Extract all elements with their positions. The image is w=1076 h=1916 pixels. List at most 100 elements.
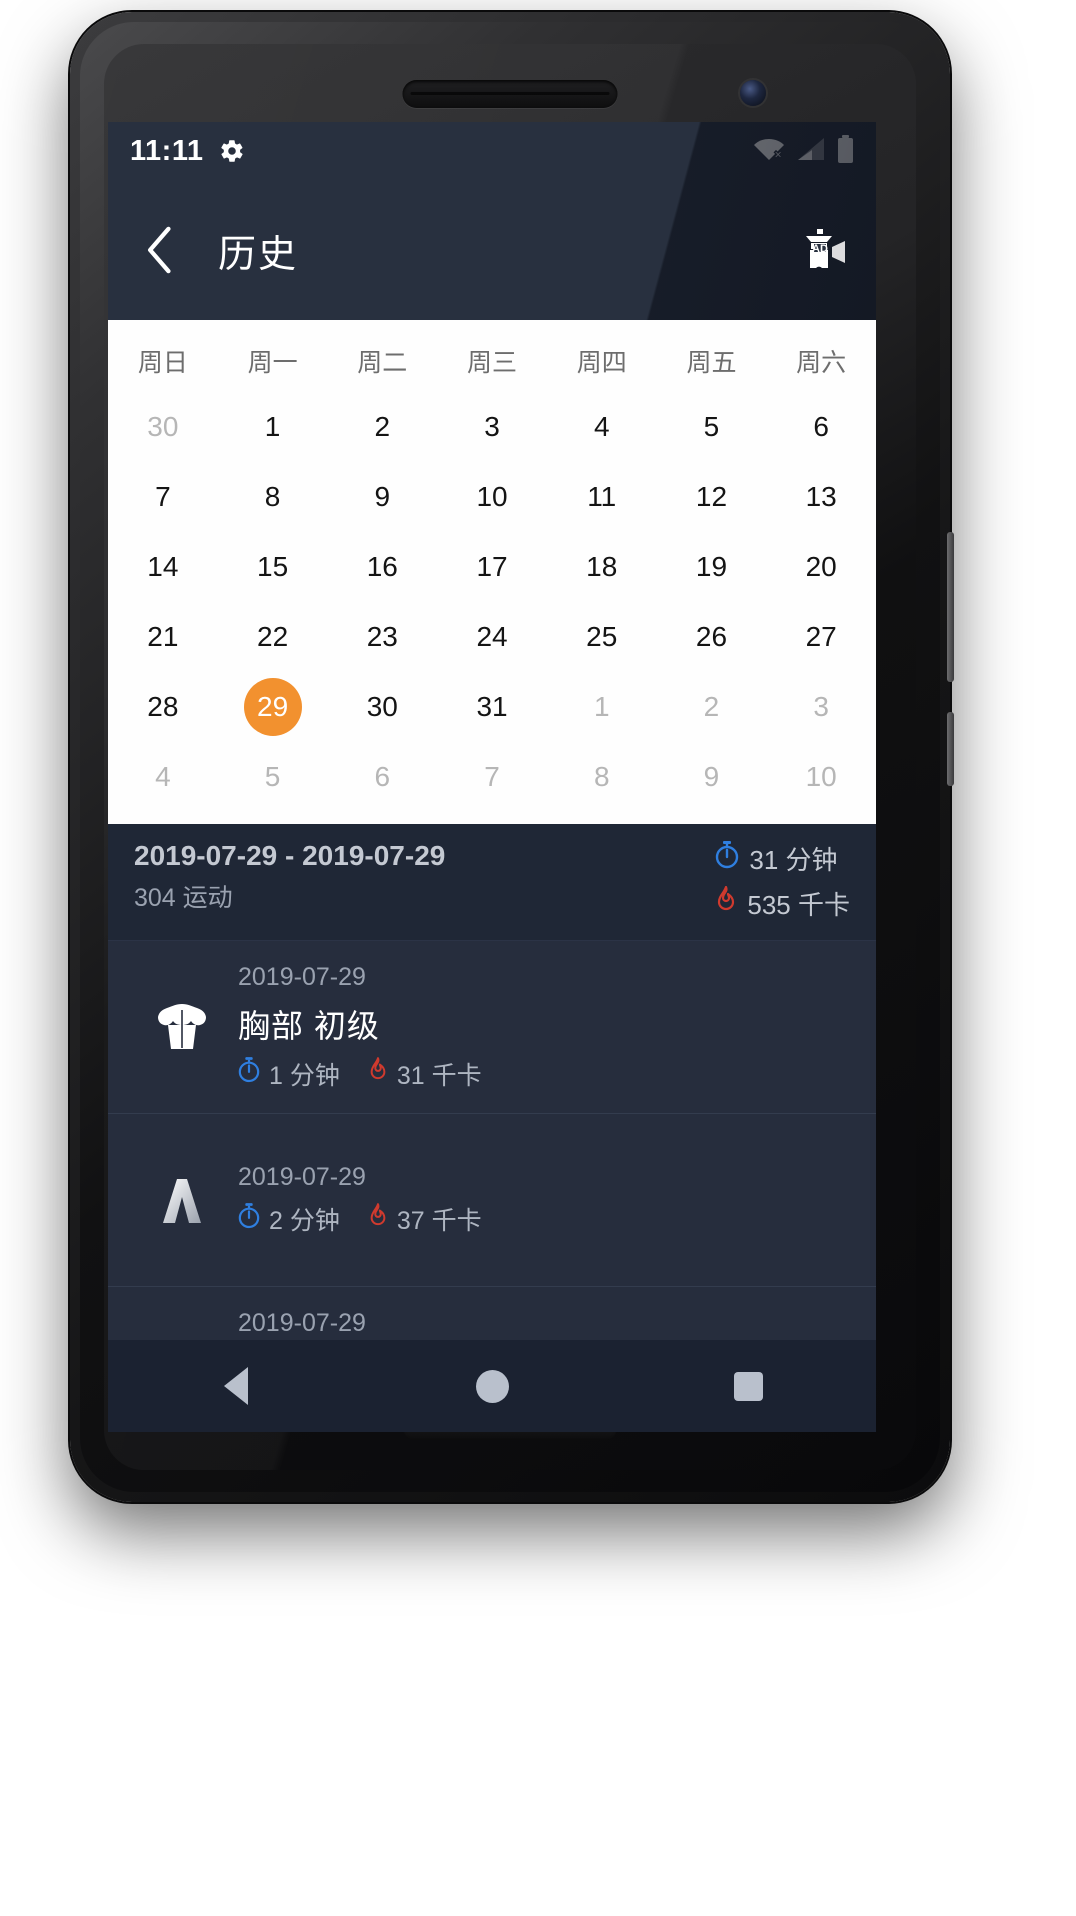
recents-square-icon [733,1371,763,1401]
calendar-day[interactable]: 30 [108,392,218,462]
calendar-day[interactable]: 2 [657,672,767,742]
calendar-day[interactable]: 7 [437,742,547,812]
calendar-day[interactable]: 3 [437,392,547,462]
summary-duration-text: 31 分钟 [749,845,838,875]
workout-item-body: 2019-07-29 胸部 初级 1 分钟 31 千卡 [230,963,482,1092]
chest-icon [134,992,230,1062]
calendar-day[interactable]: 10 [437,462,547,532]
calendar-day-selected[interactable]: 29 [218,672,328,742]
summary-header: 2019-07-29 - 2019-07-29 304 运动 31 分钟 535… [108,824,876,941]
phone-screen: 11:11 历史 AD 周日 周一 周二 周三 周四 周五 周六 30 1 2 … [108,122,876,1432]
calendar-day[interactable]: 26 [657,602,767,672]
calendar-day[interactable]: 6 [766,392,876,462]
calendar-day[interactable]: 31 [437,672,547,742]
calendar-day[interactable]: 11 [547,462,657,532]
gear-icon [219,138,245,164]
nav-home-button[interactable] [449,1343,535,1429]
weekday-tue: 周二 [357,349,408,377]
volume-button[interactable] [947,712,954,786]
page-title: 历史 [218,233,299,276]
calendar-day[interactable]: 24 [437,602,547,672]
battery-full-icon [837,134,854,168]
workout-list-item[interactable]: 2019-07-29 2 分钟 37 千卡 [108,1114,876,1287]
flame-icon [368,1057,388,1090]
status-bar: 11:11 [108,122,876,180]
calendar-day[interactable]: 18 [547,532,657,602]
selected-day-circle: 29 [243,678,302,736]
chevron-left-icon[interactable] [132,222,188,278]
summary-calories: 535 千卡 [715,885,850,922]
summary-right: 31 分钟 535 千卡 [715,840,850,922]
status-time: 11:11 [130,134,204,167]
calendar-day[interactable]: 6 [327,742,437,812]
summary-calories-text: 535 千卡 [747,890,850,920]
calendar-day[interactable]: 4 [547,392,657,462]
calendar-week-row: 21 22 23 24 25 26 27 [108,602,876,672]
calendar-day[interactable]: 12 [657,462,767,532]
weekday-fri: 周五 [686,349,737,377]
calendar-day[interactable]: 27 [766,602,876,672]
calendar-day[interactable]: 8 [218,462,328,532]
calendar-day[interactable]: 14 [108,532,218,602]
stopwatch-icon [238,1202,260,1236]
calendar-day[interactable]: 23 [327,602,437,672]
workout-stats: 2 分钟 37 千卡 [238,1201,482,1237]
calendar-day[interactable]: 3 [766,672,876,742]
calendar-day[interactable]: 13 [766,462,876,532]
workout-calories: 37 千卡 [368,1201,482,1237]
calendar-day[interactable]: 1 [218,392,328,462]
workout-duration-text: 1 分钟 [269,1061,340,1090]
calendar-day[interactable]: 9 [657,742,767,812]
weekday-wed: 周三 [467,349,518,377]
calendar-day[interactable]: 7 [108,462,218,532]
workout-title: 胸部 初级 [238,1007,380,1044]
calendar-widget[interactable]: 周日 周一 周二 周三 周四 周五 周六 30 1 2 3 4 5 6 7 8 9 10 11 12 13… [108,320,876,824]
calendar-day[interactable]: 15 [218,532,328,602]
summary-exercise-count: 304 运动 [134,884,233,912]
summary-left: 2019-07-29 - 2019-07-29 304 运动 [134,840,445,914]
calendar-day[interactable]: 17 [437,532,547,602]
ad-lighthouse-icon[interactable]: AD [790,219,852,281]
workout-item-body: 2019-07-29 2 分钟 37 千卡 [230,1163,482,1237]
calendar-day[interactable]: 5 [218,742,328,812]
calendar-day[interactable]: 21 [108,602,218,672]
earpiece-speaker [402,80,618,108]
calendar-weekday-header: 周日 周一 周二 周三 周四 周五 周六 [108,330,876,392]
calendar-day[interactable]: 30 [327,672,437,742]
calendar-day[interactable]: 9 [327,462,437,532]
calendar-day[interactable]: 4 [108,742,218,812]
workout-list-item[interactable]: 2019-07-29 胸部 初级 1 分钟 31 千卡 [108,941,876,1114]
weekday-mon: 周一 [247,349,298,377]
wifi-off-icon [753,136,785,167]
calendar-day[interactable]: 22 [218,602,328,672]
calendar-day[interactable]: 20 [766,532,876,602]
workout-calories-text: 37 千卡 [396,1207,482,1235]
calendar-day[interactable]: 16 [327,532,437,602]
weekday-thu: 周四 [576,349,627,377]
calendar-day[interactable]: 25 [547,602,657,672]
workout-duration-text: 2 分钟 [269,1207,340,1235]
flame-icon [715,885,737,921]
workout-stats: 1 分钟 31 千卡 [238,1056,482,1092]
calendar-day[interactable]: 10 [766,742,876,812]
calendar-day[interactable]: 1 [547,672,657,742]
workout-date: 2019-07-29 [238,1308,366,1337]
summary-duration: 31 分钟 [715,840,838,877]
calendar-week-row: 14 15 16 17 18 19 20 [108,532,876,602]
workout-calories: 31 千卡 [368,1056,482,1092]
power-button[interactable] [947,532,954,682]
calendar-day[interactable]: 2 [327,392,437,462]
workout-calories-text: 31 千卡 [396,1061,482,1090]
weekday-sun: 周日 [137,349,188,377]
calendar-day[interactable]: 19 [657,532,767,602]
calendar-day[interactable]: 5 [657,392,767,462]
nav-recents-button[interactable] [705,1343,791,1429]
screenshot-root: 11:11 历史 AD 周日 周一 周二 周三 周四 周五 周六 30 1 2 … [0,0,1076,1916]
calendar-grid[interactable]: 30 1 2 3 4 5 6 7 8 9 10 11 12 13 14 15 16 17 18 19 20 21 22 23 2… [108,392,876,812]
calendar-day[interactable]: 28 [108,672,218,742]
calendar-week-row: 4 5 6 7 8 9 10 [108,742,876,812]
calendar-day[interactable]: 8 [547,742,657,812]
workout-duration: 1 分钟 [238,1056,340,1092]
nav-back-button[interactable] [193,1343,279,1429]
flame-icon [368,1202,388,1236]
